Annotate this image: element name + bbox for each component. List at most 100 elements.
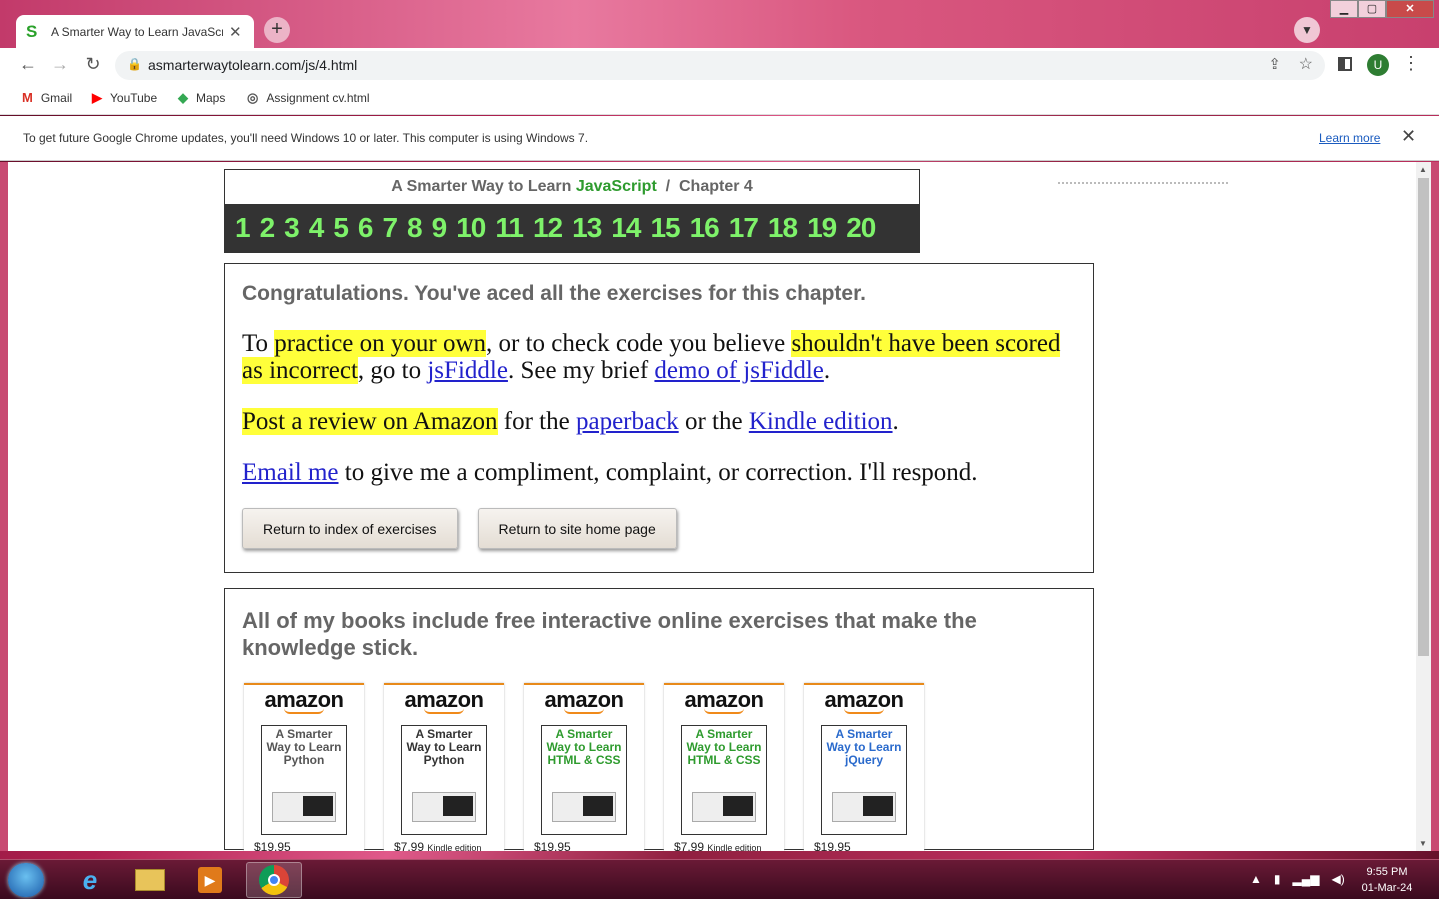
new-tab-button[interactable]: + [264, 17, 290, 43]
price-value: $19.95 [814, 840, 851, 851]
scroll-up-icon[interactable]: ▲ [1419, 165, 1427, 174]
chapter-link[interactable]: 15 [650, 212, 680, 244]
profile-avatar[interactable]: U [1367, 54, 1389, 76]
chapter-link[interactable]: 4 [309, 212, 325, 244]
start-button[interactable] [8, 863, 44, 897]
file-explorer-icon[interactable] [122, 862, 178, 898]
window-controls: ▁ ▢ ✕ [1330, 0, 1434, 20]
jsfiddle-link[interactable]: jsFiddle [427, 357, 508, 384]
internet-explorer-icon[interactable]: e [62, 862, 118, 898]
url-text[interactable]: asmarterwaytolearn.com/js/4.html [148, 57, 357, 73]
email-link[interactable]: Email me [242, 459, 339, 486]
edition-label: Kindle edition [427, 843, 482, 851]
book-title: A Smarter Way to Learn HTML & CSS [546, 727, 622, 767]
share-icon[interactable]: ⇪ [1268, 55, 1281, 73]
tab-search-chevron-icon[interactable]: ▼ [1294, 17, 1320, 43]
tab-strip: S A Smarter Way to Learn JavaScrip ✕ + ▼… [0, 0, 1439, 48]
reload-icon[interactable]: ↻ [81, 54, 105, 75]
bookmark-youtube[interactable]: ▶ YouTube [92, 90, 157, 106]
book-title: A Smarter Way to Learn jQuery [826, 727, 902, 767]
tab-close-icon[interactable]: ✕ [229, 23, 242, 41]
book-title: A Smarter Way to Learn Python [406, 727, 482, 767]
book-title: A Smarter Way to Learn Python [266, 727, 342, 767]
page-scrollbar[interactable]: ▲ ▼ [1416, 162, 1431, 851]
chapter-link[interactable]: 18 [768, 212, 798, 244]
chapter-link[interactable]: 2 [260, 212, 276, 244]
chapter-link[interactable]: 9 [432, 212, 448, 244]
congratulations-panel: Congratulations. You've aced all the exe… [224, 263, 1094, 573]
device-illustration [272, 792, 336, 822]
chapter-numbers: 1 2 3 4 5 6 7 8 9 10 11 12 13 14 15 16 1… [225, 204, 919, 252]
menu-kebab-icon[interactable]: ⋮ [1402, 53, 1420, 74]
tab-active[interactable]: S A Smarter Way to Learn JavaScrip ✕ [16, 15, 254, 48]
chapter-link[interactable]: 11 [495, 212, 524, 244]
close-window-button[interactable]: ✕ [1386, 0, 1434, 18]
system-clock[interactable]: 9:55 PM 01-Mar-24 [1352, 864, 1422, 896]
bookmark-label: Assignment cv.html [266, 91, 370, 105]
clock-date: 01-Mar-24 [1361, 882, 1413, 894]
text: . See my brief [507, 357, 655, 384]
chapter-link[interactable]: 19 [807, 212, 837, 244]
chapter-link[interactable]: 7 [382, 212, 398, 244]
infobar-close-icon[interactable]: ✕ [1401, 126, 1416, 147]
network-signal-icon[interactable]: ▂▄▆ [1293, 872, 1320, 886]
book-card[interactable]: amazon A Smarter Way to Learn jQuery $19… [804, 683, 924, 851]
address-bar[interactable]: 🔒 asmarterwaytolearn.com/js/4.html ⇪ ☆ [115, 51, 1325, 80]
chapter-link[interactable]: 5 [333, 212, 349, 244]
button-row: Return to index of exercises Return to s… [242, 508, 1076, 549]
book-cover[interactable]: A Smarter Way to Learn Python [401, 725, 487, 835]
return-index-button[interactable]: Return to index of exercises [242, 508, 458, 549]
price-value: $7.99 [394, 840, 425, 851]
book-cover[interactable]: A Smarter Way to Learn jQuery [821, 725, 907, 835]
update-infobar: To get future Google Chrome updates, you… [0, 116, 1439, 161]
media-player-icon[interactable]: ▶ [182, 862, 238, 898]
chapter-link[interactable]: 13 [572, 212, 602, 244]
side-panel-icon[interactable] [1338, 57, 1352, 71]
chapter-link[interactable]: 6 [358, 212, 374, 244]
scrollbar-thumb[interactable] [1418, 178, 1429, 656]
book-card[interactable]: amazon A Smarter Way to Learn Python $19… [244, 683, 364, 851]
highlight-text: Post a review on Amazon [242, 408, 498, 435]
return-home-button[interactable]: Return to site home page [477, 508, 677, 549]
chapter-link[interactable]: 10 [456, 212, 486, 244]
window-frame-left [0, 162, 8, 851]
jsfiddle-demo-link[interactable]: demo of jsFiddle [654, 357, 823, 384]
browser-toolbar: ← → ↻ 🔒 asmarterwaytolearn.com/js/4.html… [0, 48, 1439, 83]
chapter-link[interactable]: 17 [729, 212, 759, 244]
power-icon[interactable]: ▮ [1274, 872, 1281, 886]
book-price: $19.95 [534, 840, 571, 851]
forward-arrow-icon[interactable]: → [48, 54, 72, 75]
bookmark-gmail[interactable]: M Gmail [22, 90, 72, 105]
chrome-taskbar-icon[interactable] [246, 862, 302, 898]
minimize-button[interactable]: ▁ [1330, 0, 1358, 18]
chapter-link[interactable]: 3 [284, 212, 300, 244]
learn-more-link[interactable]: Learn more [1319, 131, 1380, 145]
book-cover[interactable]: A Smarter Way to Learn Python [261, 725, 347, 835]
book-cover[interactable]: A Smarter Way to Learn HTML & CSS [541, 725, 627, 835]
kindle-edition-link[interactable]: Kindle edition [749, 408, 893, 435]
bookmark-label: Maps [196, 91, 226, 105]
book-card[interactable]: amazon A Smarter Way to Learn Python $7.… [384, 683, 504, 851]
scroll-down-icon[interactable]: ▼ [1419, 839, 1427, 848]
paperback-link[interactable]: paperback [576, 408, 679, 435]
bookmark-star-icon[interactable]: ☆ [1299, 54, 1313, 74]
chapter-link[interactable]: 16 [690, 212, 720, 244]
amazon-logo: amazon [824, 687, 904, 712]
chapter-link[interactable]: 14 [611, 212, 641, 244]
back-arrow-icon[interactable]: ← [16, 54, 40, 75]
show-hidden-icons-icon[interactable]: ▲ [1250, 872, 1262, 886]
maps-icon: ◆ [178, 90, 188, 105]
tab-title: A Smarter Way to Learn JavaScrip [51, 24, 223, 39]
chapter-link[interactable]: 12 [533, 212, 563, 244]
bookmark-assignment[interactable]: ◎ Assignment cv.html [247, 90, 370, 106]
book-card[interactable]: amazon A Smarter Way to Learn HTML & CSS… [664, 683, 784, 851]
maximize-button[interactable]: ▢ [1358, 0, 1386, 18]
volume-icon[interactable]: ◀) [1331, 872, 1344, 886]
chapter-link[interactable]: 1 [235, 212, 251, 244]
chapter-link[interactable]: 8 [407, 212, 423, 244]
chapter-link[interactable]: 20 [846, 212, 876, 244]
book-card[interactable]: amazon A Smarter Way to Learn HTML & CSS… [524, 683, 644, 851]
bookmark-maps[interactable]: ◆ Maps [178, 90, 225, 106]
lock-icon[interactable]: 🔒 [127, 57, 142, 71]
book-cover[interactable]: A Smarter Way to Learn HTML & CSS [681, 725, 767, 835]
